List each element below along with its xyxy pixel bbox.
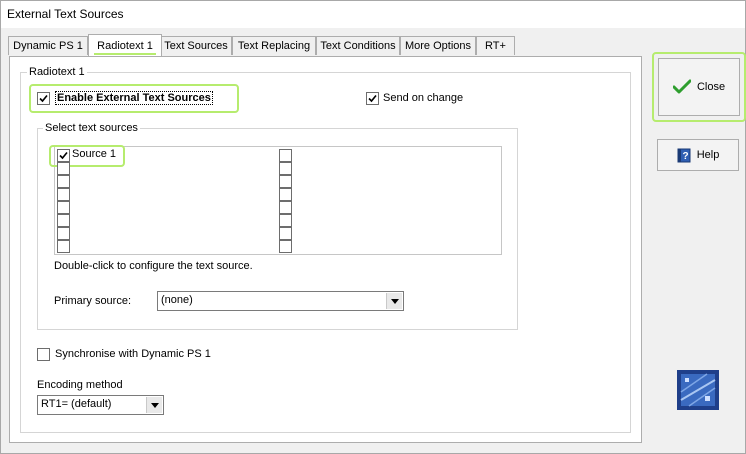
source-checkbox[interactable] <box>57 188 70 201</box>
enable-external-checkbox[interactable] <box>37 92 50 105</box>
help-book-icon: ? <box>677 148 691 162</box>
source-checkbox[interactable] <box>57 201 70 214</box>
source-checkbox[interactable] <box>279 240 292 253</box>
source-checkbox[interactable] <box>279 162 292 175</box>
svg-text:?: ? <box>682 151 688 162</box>
send-on-change-label[interactable]: Send on change <box>383 92 463 104</box>
list-item[interactable]: Source 1 <box>57 148 197 162</box>
source-checkbox[interactable] <box>57 149 70 162</box>
primary-source-select[interactable]: (none) <box>157 291 404 311</box>
send-on-change-checkbox[interactable] <box>366 92 379 105</box>
checkmark-icon <box>672 79 691 94</box>
source-checkbox[interactable] <box>279 214 292 227</box>
sources-hint: Double-click to configure the text sourc… <box>54 260 253 272</box>
tab-more-options[interactable]: More Options <box>400 36 476 55</box>
enable-external-label[interactable]: Enable External Text Sources <box>55 91 213 105</box>
close-label: Close <box>696 81 726 93</box>
tab-dynamic-ps-1[interactable]: Dynamic PS 1 <box>8 36 88 55</box>
tab-rt-plus[interactable]: RT+ <box>476 36 515 55</box>
tab-text-sources[interactable]: Text Sources <box>160 36 232 55</box>
source-label: Source 1 <box>72 148 117 160</box>
chevron-down-icon[interactable] <box>146 397 162 413</box>
tab-text-conditions[interactable]: Text Conditions <box>316 36 400 55</box>
synchronise-checkbox[interactable] <box>37 348 50 361</box>
help-label: Help <box>696 149 720 161</box>
checkmark-icon <box>59 151 68 160</box>
synchronise-label[interactable]: Synchronise with Dynamic PS 1 <box>55 348 211 360</box>
source-checkbox[interactable] <box>57 175 70 188</box>
checkmark-icon <box>368 94 377 103</box>
help-button[interactable]: ? Help <box>657 139 739 171</box>
primary-source-value: (none) <box>161 294 193 306</box>
source-checkbox[interactable] <box>279 175 292 188</box>
encoding-select[interactable]: RT1= (default) <box>37 395 164 415</box>
source-checkbox[interactable] <box>57 214 70 227</box>
tab-radiotext-1[interactable]: Radiotext 1 <box>88 34 162 56</box>
source-checkbox[interactable] <box>57 240 70 253</box>
encoding-value: RT1= (default) <box>41 398 112 410</box>
checkmark-icon <box>39 94 48 103</box>
chevron-down-icon[interactable] <box>386 293 402 309</box>
title-bar: External Text Sources <box>1 1 745 28</box>
source-checkbox[interactable] <box>57 227 70 240</box>
tab-highlight-underline <box>94 53 156 55</box>
primary-source-label: Primary source: <box>54 295 132 307</box>
app-logo <box>677 370 719 410</box>
source-checkbox[interactable] <box>279 201 292 214</box>
source-checkbox[interactable] <box>279 227 292 240</box>
tab-text-replacing[interactable]: Text Replacing <box>232 36 316 55</box>
source-checkbox[interactable] <box>57 162 70 175</box>
source-checkbox[interactable] <box>279 149 292 162</box>
select-sources-title: Select text sources <box>43 122 140 134</box>
close-button[interactable]: Close <box>658 58 740 116</box>
window-title: External Text Sources <box>7 7 124 21</box>
source-checkbox[interactable] <box>279 188 292 201</box>
radiotext-group-title: Radiotext 1 <box>27 66 87 78</box>
encoding-label: Encoding method <box>37 379 123 391</box>
